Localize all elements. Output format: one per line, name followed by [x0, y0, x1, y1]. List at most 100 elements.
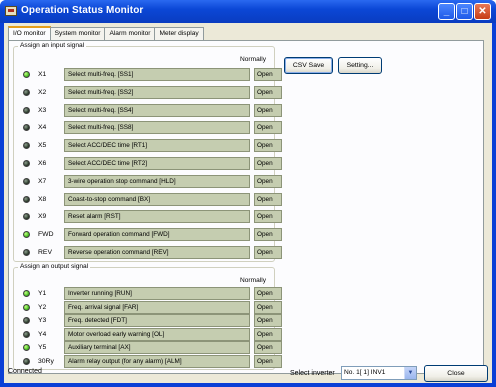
output-normally-header: Normally: [240, 277, 267, 284]
normally-value: Open: [254, 300, 282, 314]
window-title: Operation Status Monitor: [21, 5, 144, 16]
signal-name: X6: [38, 160, 47, 167]
signal-description: Forward operation command [FWD]: [64, 228, 250, 242]
signal-description: Select multi-freq. [SS1]: [64, 68, 250, 81]
input-signal-row: X8 Coast-to-stop command [BX] Open: [20, 192, 282, 207]
input-signal-group: Assign an input signal Normally X1 Select…: [13, 42, 282, 262]
input-signal-row: X5 Select ACC/DEC time [RT1] Open: [20, 138, 282, 153]
status-led-icon: [23, 290, 30, 297]
inverter-select[interactable]: No. 1[ 1] INV1 ▼: [341, 366, 417, 380]
signal-name: Y5: [38, 344, 47, 352]
signal-name: X8: [38, 195, 47, 203]
normally-value: Open: [254, 228, 282, 242]
io-monitor-panel: Assign an input signal Normally X1 Select…: [8, 40, 484, 374]
tab-alarm-monitor[interactable]: Alarm monitor: [104, 27, 156, 40]
normally-value: Open: [254, 85, 282, 99]
status-led-icon: [23, 330, 30, 338]
inverter-select-value: No. 1[ 1] INV1: [344, 369, 386, 376]
signal-name: X5: [38, 142, 47, 150]
input-signal-row: X1 Select multi-freq. [SS1] Open: [20, 67, 282, 82]
normally-value: Open: [254, 192, 282, 206]
status-led-icon: [23, 213, 30, 221]
normally-value: Open: [254, 287, 282, 300]
tab-io-monitor[interactable]: I/O monitor: [8, 26, 51, 41]
signal-description: Select multi-freq. [SS4]: [64, 103, 250, 117]
normally-value: Open: [254, 327, 282, 341]
status-led-icon: [23, 88, 30, 96]
maximize-button[interactable]: □: [456, 3, 473, 20]
csv-save-label: CSV Save: [292, 62, 325, 69]
status-led-icon: [23, 177, 30, 185]
status-led-icon: [23, 124, 30, 132]
normally-value: Open: [254, 341, 282, 355]
status-led-icon: [23, 106, 30, 114]
connection-status: Connected: [8, 368, 42, 375]
input-group-title: Assign an input signal: [18, 42, 87, 49]
chevron-down-icon[interactable]: ▼: [404, 367, 416, 379]
status-led-icon: [23, 160, 30, 167]
signal-description: 3-wire operation stop command [HLD]: [64, 174, 250, 188]
close-window-button[interactable]: ✕: [474, 3, 491, 20]
signal-description: Select multi-freq. [SS2]: [64, 85, 250, 99]
signal-name: Y3: [38, 317, 47, 325]
tab-system-monitor[interactable]: System monitor: [49, 27, 106, 40]
output-signal-group: Assign an output signal Normally Y1 Inver…: [13, 263, 282, 370]
input-normally-header: Normally: [240, 56, 267, 63]
status-led-icon: [23, 195, 30, 203]
normally-value: Open: [254, 121, 282, 135]
tab-bar: I/O monitor System monitor Alarm monitor…: [8, 26, 204, 41]
signal-description: Select ACC/DEC time [RT2]: [64, 157, 250, 170]
signal-description: Reset alarm [RST]: [64, 210, 250, 224]
normally-value: Open: [254, 68, 282, 81]
select-inverter-label: Select inverter: [290, 370, 335, 377]
input-signal-row: X9 Reset alarm [RST] Open: [20, 209, 282, 224]
tab-meter-display[interactable]: Meter display: [154, 27, 204, 40]
csv-save-button[interactable]: CSV Save: [284, 57, 333, 74]
signal-name: X9: [38, 213, 47, 221]
normally-value: Open: [254, 174, 282, 188]
input-signal-row: X3 Select multi-freq. [SS4] Open: [20, 103, 282, 118]
app-window: Operation Status Monitor _ □ ✕ I/O monit…: [0, 0, 496, 387]
setting-button[interactable]: Setting...: [338, 57, 382, 74]
input-signal-row: FWD Forward operation command [FWD] Open: [20, 227, 282, 242]
status-led-icon: [23, 317, 30, 325]
signal-name: X7: [38, 177, 47, 185]
status-bar: Connected Select inverter No. 1[ 1] INV1…: [4, 362, 492, 383]
signal-name: X2: [38, 88, 47, 96]
signal-description: Freq. arrival signal [FAR]: [64, 300, 250, 314]
output-group-title: Assign an output signal: [18, 263, 91, 270]
signal-description: Coast-to-stop command [BX]: [64, 192, 250, 206]
signal-name: X1: [38, 71, 47, 78]
title-bar[interactable]: Operation Status Monitor _ □ ✕: [0, 0, 496, 23]
status-led-icon: [23, 344, 30, 352]
close-button-label: Close: [447, 370, 465, 377]
input-signal-row: X7 3-wire operation stop command [HLD] Ope…: [20, 174, 282, 189]
normally-value: Open: [254, 210, 282, 224]
normally-value: Open: [254, 314, 282, 328]
signal-description: Select multi-freq. [SS8]: [64, 121, 250, 135]
signal-name: X3: [38, 106, 47, 114]
signal-description: Inverter running [RUN]: [64, 287, 250, 300]
input-signal-row: X6 Select ACC/DEC time [RT2] Open: [20, 156, 282, 171]
signal-name: Y2: [38, 303, 47, 311]
signal-description: Freq. detected [FDT]: [64, 314, 250, 328]
normally-value: Open: [254, 246, 282, 259]
signal-name: Y4: [38, 330, 47, 338]
setting-label: Setting...: [346, 62, 374, 69]
normally-value: Open: [254, 157, 282, 170]
signal-name: FWD: [38, 231, 54, 239]
signal-name: Y1: [38, 290, 47, 297]
input-signal-row: REV Reverse operation command [REV] Open: [20, 245, 282, 260]
status-led-icon: [23, 71, 30, 78]
status-led-icon: [23, 142, 30, 150]
minimize-button[interactable]: _: [438, 3, 455, 20]
signal-name: REV: [38, 249, 52, 256]
status-led-icon: [23, 231, 30, 239]
status-led-icon: [23, 303, 30, 311]
signal-description: Select ACC/DEC time [RT1]: [64, 139, 250, 153]
signal-description: Motor overload early warning [OL]: [64, 327, 250, 341]
close-button[interactable]: Close: [424, 365, 488, 382]
normally-value: Open: [254, 103, 282, 117]
signal-description: Auxiliary terminal [AX]: [64, 341, 250, 355]
signal-description: Reverse operation command [REV]: [64, 246, 250, 259]
